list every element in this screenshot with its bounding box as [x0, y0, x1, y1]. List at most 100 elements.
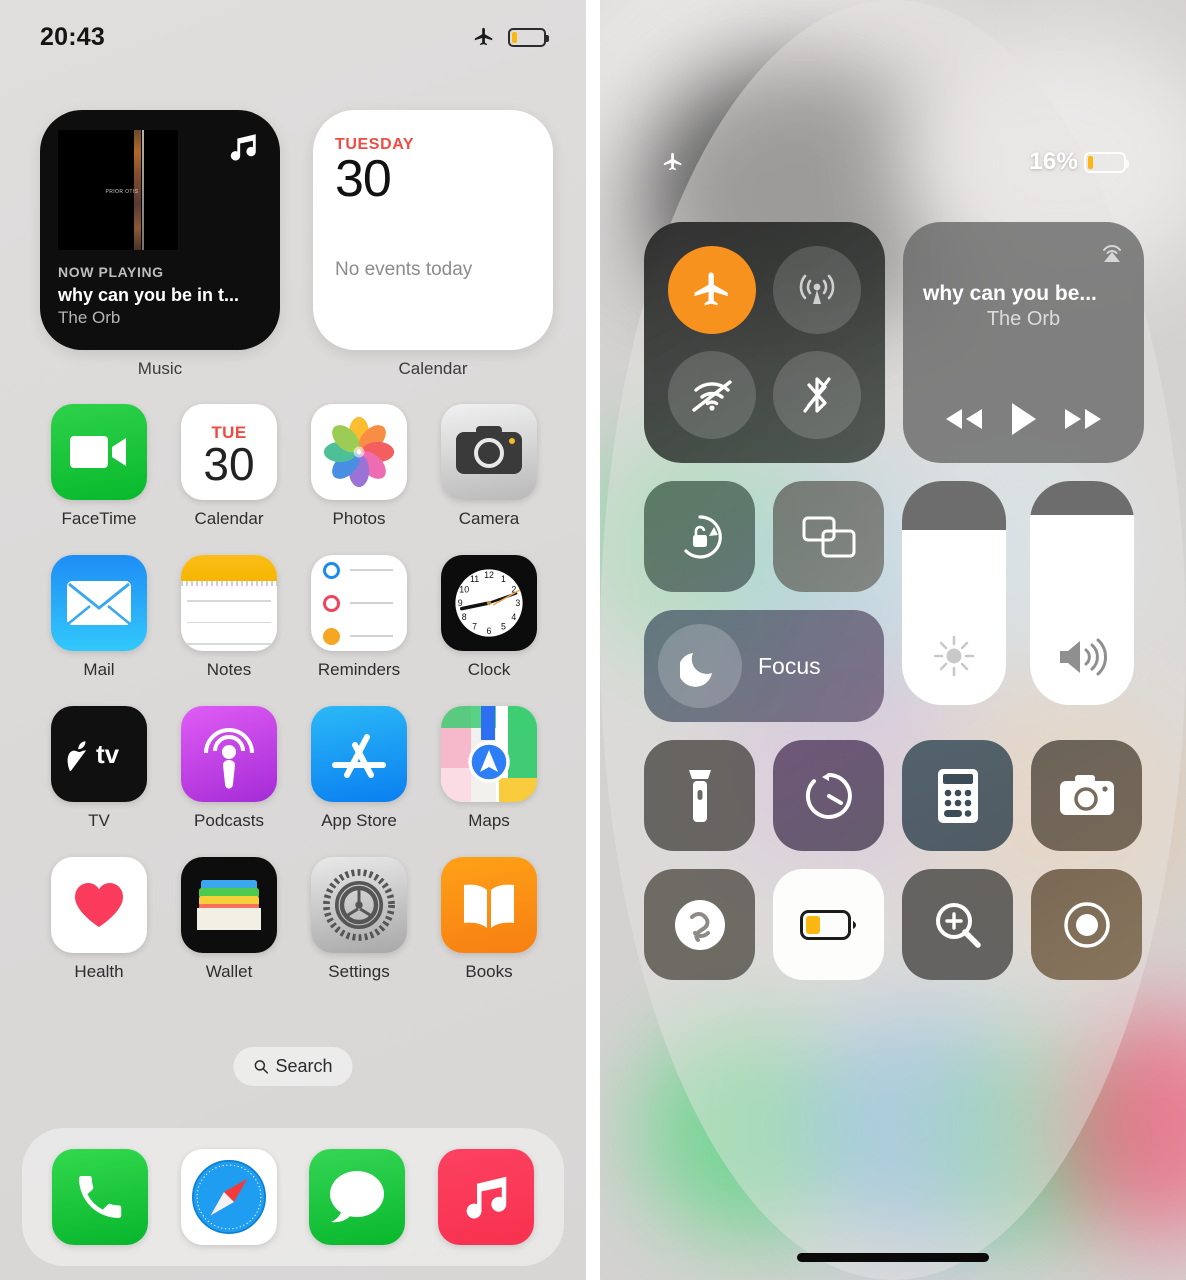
- airplay-icon[interactable]: [1098, 238, 1126, 266]
- safari-icon[interactable]: [180, 1149, 277, 1245]
- cellular-data-toggle[interactable]: [772, 246, 861, 335]
- rewind-icon[interactable]: [942, 405, 986, 433]
- bluetooth-off-icon: [803, 377, 831, 413]
- battery-indicator: 16%: [1029, 148, 1129, 176]
- app-reminders[interactable]: Reminders: [294, 555, 424, 680]
- app-label: FaceTime: [61, 509, 137, 528]
- bluetooth-toggle[interactable]: [772, 350, 861, 439]
- app-facetime[interactable]: FaceTime: [34, 404, 164, 529]
- battery-percent-label: 16%: [1029, 148, 1078, 175]
- calendar-widget[interactable]: TUESDAY 30 No events today: [313, 110, 553, 350]
- svg-text:9: 9: [458, 598, 463, 608]
- app-notes[interactable]: Notes: [164, 555, 294, 680]
- rotation-lock-icon: [683, 514, 722, 559]
- control-center-grid: why can you be... The Orb Focus: [644, 222, 1144, 998]
- app-label: App Store: [321, 811, 397, 830]
- timer-button[interactable]: [773, 740, 884, 851]
- app-label: Health: [74, 962, 124, 981]
- camera-icon: [1059, 774, 1114, 815]
- track-artist: The Orb: [58, 308, 121, 327]
- flashlight-icon: [688, 769, 711, 822]
- app-tv[interactable]: tv TV: [34, 706, 164, 831]
- cc-left-column: Focus: [644, 481, 884, 722]
- reminders-icon: [311, 555, 407, 651]
- app-label: Photos: [332, 509, 386, 528]
- app-clock[interactable]: 12 1 2 345 678 9 10 11 Clock: [424, 555, 554, 680]
- rotation-lock-toggle[interactable]: [644, 481, 755, 592]
- cc-row-top: why can you be... The Orb: [644, 222, 1144, 463]
- svg-text:6: 6: [487, 626, 492, 636]
- calendar-icon-day: 30: [203, 438, 255, 491]
- magnifier-button[interactable]: [902, 869, 1013, 980]
- music-widget[interactable]: PRIOR OTIS NOW PLAYING why can you be in…: [40, 110, 280, 350]
- record-icon: [1063, 901, 1110, 948]
- media-artist: The Orb: [986, 308, 1061, 330]
- app-calendar[interactable]: TUE 30 Calendar: [164, 404, 294, 529]
- dual-screenshot-stage: 20:43 PRIOR OTIS NOW PLAYING why can you…: [0, 0, 1186, 1280]
- play-icon[interactable]: [1008, 401, 1038, 437]
- clock-icon: 12 1 2 345 678 9 10 11: [441, 555, 537, 651]
- focus-button[interactable]: Focus: [644, 610, 884, 722]
- app-label: Notes: [206, 660, 252, 679]
- app-label: Calendar: [194, 509, 264, 528]
- camera-icon: [441, 404, 537, 500]
- maps-icon: [441, 706, 537, 802]
- photos-icon: [311, 404, 407, 500]
- control-center-status-bar: 16%: [600, 148, 1186, 176]
- app-maps[interactable]: Maps: [424, 706, 554, 831]
- app-books[interactable]: Books: [424, 857, 554, 982]
- app-label: Podcasts: [194, 811, 264, 830]
- now-playing-label: NOW PLAYING: [58, 264, 164, 280]
- app-label: Clock: [467, 660, 511, 679]
- brightness-icon: [933, 635, 975, 677]
- volume-slider[interactable]: [1030, 481, 1134, 705]
- camera-button[interactable]: [1031, 740, 1142, 851]
- app-camera[interactable]: Camera: [424, 404, 554, 529]
- screen-mirroring-icon: [802, 516, 855, 557]
- screen-record-button[interactable]: [1031, 869, 1142, 980]
- media-track-title: why can you be...: [923, 282, 1097, 305]
- notes-icon: [181, 555, 277, 651]
- music-widget-wrap: PRIOR OTIS NOW PLAYING why can you be in…: [40, 110, 280, 379]
- shazam-icon: [674, 899, 725, 950]
- app-grid: FaceTime TUE 30 Calendar Photos Camera M…: [34, 404, 554, 982]
- calendar-icon: TUE 30: [181, 404, 277, 500]
- calculator-button[interactable]: [902, 740, 1013, 851]
- control-center-panel: 16% why can you be... The Orb Focus: [600, 0, 1186, 1280]
- search-button[interactable]: Search: [233, 1047, 353, 1086]
- app-label: Reminders: [317, 660, 401, 679]
- svg-text:10: 10: [459, 585, 469, 595]
- timer-icon: [805, 772, 852, 819]
- cc-row-utilities-2: [644, 869, 1144, 980]
- messages-icon[interactable]: [309, 1149, 406, 1245]
- flashlight-button[interactable]: [644, 740, 755, 851]
- airplane-mode-toggle[interactable]: [668, 246, 757, 335]
- shazam-button[interactable]: [644, 869, 755, 980]
- wifi-toggle[interactable]: [668, 350, 757, 439]
- airplane-icon: [474, 27, 493, 46]
- app-wallet[interactable]: Wallet: [164, 857, 294, 982]
- app-mail[interactable]: Mail: [34, 555, 164, 680]
- books-icon: [441, 857, 537, 953]
- battery-low-icon: [799, 909, 856, 940]
- app-label: Settings: [328, 962, 390, 981]
- media-player-module: why can you be... The Orb: [903, 222, 1144, 463]
- app-settings[interactable]: Settings: [294, 857, 424, 982]
- battery-low-icon: [1084, 151, 1129, 173]
- facetime-icon: [51, 404, 147, 500]
- media-controls: [923, 401, 1124, 443]
- app-photos[interactable]: Photos: [294, 404, 424, 529]
- album-artwork: PRIOR OTIS: [58, 130, 178, 250]
- app-podcasts[interactable]: Podcasts: [164, 706, 294, 831]
- cellular-icon: [799, 274, 835, 305]
- screen-mirroring-button[interactable]: [773, 481, 884, 592]
- app-health[interactable]: Health: [34, 857, 164, 982]
- phone-icon[interactable]: [52, 1149, 149, 1245]
- low-power-mode-toggle[interactable]: [773, 869, 884, 980]
- widget-row: PRIOR OTIS NOW PLAYING why can you be in…: [40, 110, 553, 379]
- app-appstore[interactable]: App Store: [294, 706, 424, 831]
- album-art-text: PRIOR OTIS: [105, 189, 139, 196]
- brightness-slider[interactable]: [902, 481, 1006, 705]
- music-icon[interactable]: [437, 1149, 534, 1245]
- forward-icon[interactable]: [1061, 405, 1105, 433]
